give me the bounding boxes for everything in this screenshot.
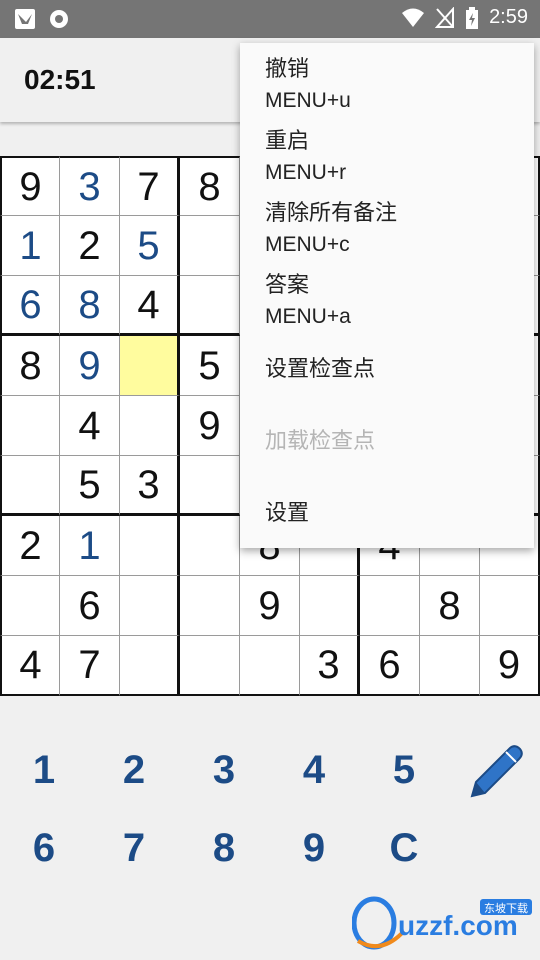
sudoku-cell-r5c1[interactable]: [0, 396, 60, 456]
number-keypad: 12345 6789C: [0, 730, 540, 890]
sudoku-cell-r8c1[interactable]: [0, 576, 60, 636]
sudoku-cell-r7c3[interactable]: [120, 516, 180, 576]
sudoku-cell-r9c8[interactable]: [420, 636, 480, 696]
sudoku-cell-r3c1[interactable]: 6: [0, 276, 60, 336]
overflow-menu: 撤销 MENU+u 重启 MENU+r 清除所有备注 MENU+c 答案 MENU+a 设置检查…: [240, 43, 534, 548]
sudoku-cell-r7c2[interactable]: 1: [60, 516, 120, 576]
sudoku-cell-r3c2[interactable]: 8: [60, 276, 120, 336]
sudoku-cell-r5c3[interactable]: [120, 396, 180, 456]
sudoku-cell-r8c9[interactable]: [480, 576, 540, 636]
sudoku-cell-r9c9[interactable]: 9: [480, 636, 540, 696]
uzzf-watermark-logo: uzzf.com 东坡下载: [352, 896, 532, 950]
sudoku-cell-r2c2[interactable]: 2: [60, 216, 120, 276]
menu-item-6: 加载检查点: [265, 423, 525, 455]
key-c[interactable]: C: [374, 818, 434, 878]
sudoku-cell-r1c4[interactable]: 8: [180, 156, 240, 216]
sudoku-cell-r7c4[interactable]: [180, 516, 240, 576]
sudoku-cell-r5c4[interactable]: 9: [180, 396, 240, 456]
sudoku-cell-r2c3[interactable]: 5: [120, 216, 180, 276]
menu-item-shortcut: MENU+c: [265, 233, 350, 256]
sudoku-cell-r6c2[interactable]: 5: [60, 456, 120, 516]
key-9[interactable]: 9: [284, 818, 344, 878]
menu-item-title: 答案: [265, 272, 310, 297]
sudoku-cell-r1c1[interactable]: 9: [0, 156, 60, 216]
key-6[interactable]: 6: [14, 818, 74, 878]
sudoku-cell-r6c1[interactable]: [0, 456, 60, 516]
menu-item-3[interactable]: 清除所有备注 MENU+c: [265, 195, 525, 257]
key-4[interactable]: 4: [284, 740, 344, 800]
sudoku-cell-r8c5[interactable]: 9: [240, 576, 300, 636]
menu-item-title: 撤销: [265, 56, 310, 81]
key-3[interactable]: 3: [194, 740, 254, 800]
sudoku-cell-r9c1[interactable]: 4: [0, 636, 60, 696]
menu-item-shortcut: MENU+r: [265, 161, 347, 184]
sudoku-cell-r9c6[interactable]: 3: [300, 636, 360, 696]
sudoku-cell-r8c6[interactable]: [300, 576, 360, 636]
sudoku-cell-r8c7[interactable]: [360, 576, 420, 636]
key-2[interactable]: 2: [104, 740, 164, 800]
sudoku-cell-r8c3[interactable]: [120, 576, 180, 636]
wifi-icon: [402, 8, 425, 27]
sudoku-cell-r8c2[interactable]: 6: [60, 576, 120, 636]
bird-notification-icon: [15, 9, 35, 29]
sudoku-cell-r9c2[interactable]: 7: [60, 636, 120, 696]
sudoku-cell-r7c1[interactable]: 2: [0, 516, 60, 576]
status-bar: 2:59: [0, 0, 540, 38]
sudoku-cell-r9c3[interactable]: [120, 636, 180, 696]
watermark-tagline: 东坡下载: [484, 902, 528, 915]
sudoku-cell-r9c7[interactable]: 6: [360, 636, 420, 696]
menu-item-shortcut: MENU+u: [265, 89, 351, 112]
sudoku-cell-r8c4[interactable]: [180, 576, 240, 636]
key-1[interactable]: 1: [14, 740, 74, 800]
game-timer: 02:51: [24, 64, 96, 95]
menu-item-title: 清除所有备注: [265, 200, 398, 225]
sudoku-cell-r1c2[interactable]: 3: [60, 156, 120, 216]
menu-item-title: 加载检查点: [265, 428, 376, 453]
sudoku-cell-r4c3[interactable]: [120, 336, 180, 396]
sudoku-cell-r2c1[interactable]: 1: [0, 216, 60, 276]
menu-item-title: 设置检查点: [265, 356, 376, 381]
sudoku-cell-r2c4[interactable]: [180, 216, 240, 276]
sudoku-cell-r1c3[interactable]: 7: [120, 156, 180, 216]
sudoku-cell-r5c2[interactable]: 4: [60, 396, 120, 456]
sudoku-cell-r4c1[interactable]: 8: [0, 336, 60, 396]
status-time: 2:59: [489, 6, 528, 28]
sudoku-cell-r8c8[interactable]: 8: [420, 576, 480, 636]
menu-item-shortcut: MENU+a: [265, 305, 351, 328]
key-5[interactable]: 5: [374, 740, 434, 800]
sudoku-cell-r4c2[interactable]: 9: [60, 336, 120, 396]
battery-charging-icon: [466, 6, 479, 29]
sudoku-cell-r9c5[interactable]: [240, 636, 300, 696]
no-signal-icon: [435, 6, 455, 28]
key-8[interactable]: 8: [194, 818, 254, 878]
menu-item-2[interactable]: 重启 MENU+r: [265, 123, 525, 185]
sudoku-cell-r3c4[interactable]: [180, 276, 240, 336]
menu-item-title: 重启: [265, 128, 310, 153]
pencil-icon[interactable]: [462, 740, 528, 806]
menu-item-1[interactable]: 撤销 MENU+u: [265, 51, 525, 113]
sudoku-cell-r9c4[interactable]: [180, 636, 240, 696]
key-7[interactable]: 7: [104, 818, 164, 878]
menu-item-7[interactable]: 设置: [265, 495, 525, 527]
sudoku-cell-r4c4[interactable]: 5: [180, 336, 240, 396]
sudoku-cell-r6c4[interactable]: [180, 456, 240, 516]
sudoku-cell-r3c3[interactable]: 4: [120, 276, 180, 336]
menu-item-4[interactable]: 答案 MENU+a: [265, 267, 525, 329]
notification-icons: [14, 8, 70, 30]
sudoku-cell-r6c3[interactable]: 3: [120, 456, 180, 516]
camera-notification-icon: [50, 10, 68, 28]
system-icons: 2:59: [401, 6, 528, 29]
menu-item-title: 设置: [265, 500, 310, 525]
menu-item-5[interactable]: 设置检查点: [265, 351, 525, 383]
